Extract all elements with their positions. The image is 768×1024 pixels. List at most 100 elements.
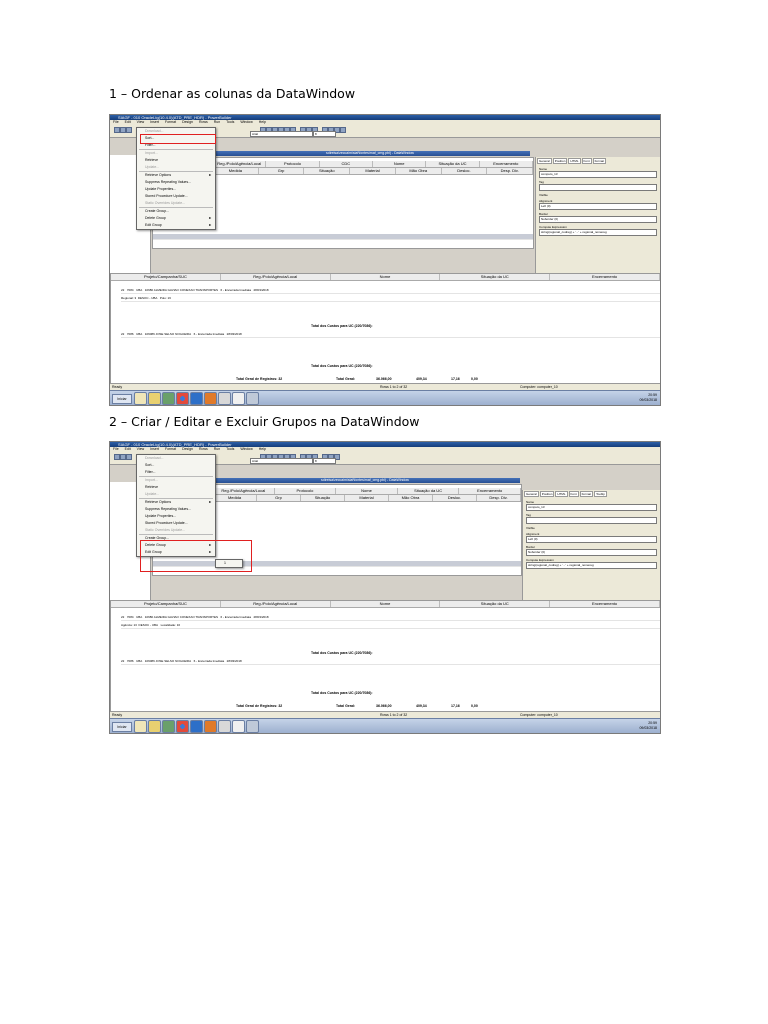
props-alignment-field[interactable]: Left (0) <box>526 536 657 543</box>
tab-html[interactable]: HTML <box>568 158 581 164</box>
row-cell: 106086 JOSE SELSO NOGUEIRA <box>144 659 192 663</box>
font-combo[interactable]: Arial <box>250 131 313 137</box>
menu-item-edit-group[interactable]: Edit Group ► <box>137 222 215 229</box>
props-tabs: General Position HTML Font Format <box>536 157 660 165</box>
tab-format[interactable]: Format <box>579 491 594 497</box>
menu-item-sort[interactable]: Sort... <box>137 462 215 469</box>
tab-font[interactable]: Font <box>581 158 592 164</box>
font-combo[interactable]: Arial <box>250 458 313 464</box>
props-expression-field[interactable]: string(regional_codreg) + ' - ' + region… <box>526 562 657 569</box>
menu-item-static[interactable]: Static Overrides Update... <box>137 527 215 534</box>
props-expression-field[interactable]: string(regional_codreg) + ' - ' + region… <box>539 229 657 236</box>
app-icon[interactable] <box>218 720 231 733</box>
props-tag-field[interactable] <box>526 517 657 524</box>
chrome-icon[interactable] <box>176 720 189 733</box>
app-icon[interactable] <box>204 392 217 405</box>
header-cell: Medida <box>213 495 257 501</box>
menu-item-retrieve-options[interactable]: Retrieve Options ► <box>137 172 215 179</box>
row-cell: 22 <box>121 615 125 619</box>
tab-position[interactable]: Position <box>552 158 568 164</box>
app-icon[interactable] <box>162 392 175 405</box>
row-cell: UBA <box>136 615 143 619</box>
menu-item-filter[interactable]: Filter... <box>137 469 215 476</box>
row-cell: 6 - Encerrada Imediata <box>193 332 225 336</box>
row-cell: 6 - Encerrada Imediata <box>220 615 251 619</box>
header-cell: Mão Obra <box>389 495 433 501</box>
menu-item-update-props[interactable]: Update Properties... <box>137 513 215 520</box>
groups-highlight <box>140 540 252 572</box>
app-icon[interactable] <box>134 392 147 405</box>
tab-position[interactable]: Position <box>539 491 555 497</box>
menu-item-update-props[interactable]: Update Properties... <box>137 186 215 193</box>
props-label: Visible <box>539 193 548 197</box>
tab-html[interactable]: HTML <box>555 491 568 497</box>
app-icon[interactable] <box>246 720 259 733</box>
props-alignment-field[interactable]: Left (0) <box>539 203 657 210</box>
tab-font[interactable]: Font <box>568 491 579 497</box>
row-cell: 22 <box>121 659 125 663</box>
menu-item-suppress[interactable]: Suppress Repeating Values... <box>137 506 215 513</box>
menu-item-static[interactable]: Static Overrides Update... <box>137 200 215 207</box>
taskbar: Iniciar 20:59 09/03/2018 <box>110 390 660 405</box>
total-custos: Total dos Custos para UC (220/7086): <box>311 364 373 368</box>
screenshot-sort: SIAGF - 010 OracleLtg(10.4.0)(ATD_PRE_HD… <box>109 114 661 406</box>
menu-item-update[interactable]: Update... <box>137 164 215 171</box>
search-icon[interactable] <box>232 392 245 405</box>
total-value: 0,00 <box>471 704 478 708</box>
app-icon[interactable] <box>190 720 203 733</box>
menu-item-retrieve[interactable]: Retrieve <box>137 157 215 164</box>
search-icon[interactable] <box>232 720 245 733</box>
app-icon[interactable] <box>246 392 259 405</box>
menu-item-import[interactable]: Import... <box>137 150 215 157</box>
app-icon[interactable] <box>190 392 203 405</box>
total-value: 36.066,00 <box>376 377 392 381</box>
row-cell: 7084 <box>126 288 134 292</box>
menu-item-stored-proc[interactable]: Stored Procedure Update... <box>137 520 215 527</box>
menu-item-retrieve[interactable]: Retrieve <box>137 484 215 491</box>
app-icon[interactable] <box>162 720 175 733</box>
total-custos: Total dos Custos para UC (220/7086): <box>311 691 373 695</box>
menu-item-retrieve-options[interactable]: Retrieve Options ► <box>137 499 215 506</box>
props-border-field[interactable]: Noborder (0) <box>526 549 657 556</box>
menu-item-import[interactable]: Import... <box>137 477 215 484</box>
menu-item-update[interactable]: Update... <box>137 491 215 498</box>
props-name-field[interactable]: computo_13 <box>539 171 657 178</box>
menu-item-download[interactable]: Download... <box>137 455 215 462</box>
app-icon[interactable] <box>204 720 217 733</box>
start-button[interactable]: Iniciar <box>112 722 132 732</box>
start-button[interactable]: Iniciar <box>112 394 132 404</box>
header-cell: Reg./Polo/Agência/Local <box>213 161 267 167</box>
data-row: Agência: 13 DESOC - UBA Localidade: 16 <box>121 623 660 629</box>
app-icon[interactable] <box>148 392 161 405</box>
preview-grid: Projeto/Campanha/SUC Reg./Polo/Agência/L… <box>110 600 660 717</box>
menu-item-stored-proc[interactable]: Stored Procedure Update... <box>137 193 215 200</box>
row-cell: 6 - Encerrada Imediata <box>220 288 251 292</box>
menu-item-delete-group[interactable]: Delete Group ► <box>137 215 215 222</box>
data-row: 22 7086 UBA 106086 JOSE SELSO NOGUEIRA 6… <box>121 659 660 665</box>
row-cell: 7084 <box>126 615 134 619</box>
row-cell: 106086 JOSE SELSO NOGUEIRA <box>144 332 192 336</box>
app-icon[interactable] <box>134 720 147 733</box>
menu-item-create-group[interactable]: Create Group... <box>137 208 215 215</box>
props-border-field[interactable]: Noborder (0) <box>539 216 657 223</box>
props-name-field[interactable]: computo_13 <box>526 504 657 511</box>
tab-general[interactable]: General <box>524 491 539 497</box>
row-cell: 22 <box>121 288 125 292</box>
props-tabs: General Position HTML Font Format Toolti… <box>523 490 660 498</box>
size-combo[interactable]: 8 <box>313 131 336 137</box>
app-icon[interactable] <box>148 720 161 733</box>
tab-tooltip[interactable]: Tooltip <box>594 491 607 497</box>
tab-format[interactable]: Format <box>592 158 607 164</box>
props-tag-field[interactable] <box>539 184 657 191</box>
tab-general[interactable]: General <box>537 158 552 164</box>
header-cell: Grp <box>259 168 305 174</box>
total-geral: Total Geral: <box>336 377 356 381</box>
grid-header: Medida Grp Situação Material Mão Obra De… <box>213 495 521 502</box>
header-cell: Situação <box>304 168 351 174</box>
size-combo[interactable]: 8 <box>313 458 336 464</box>
menu-item-suppress[interactable]: Suppress Repeating Values... <box>137 179 215 186</box>
band-bar <box>153 234 533 240</box>
data-row: Regional: 3 DESOC - UBA Polo: 16 <box>121 296 660 302</box>
app-icon[interactable] <box>218 392 231 405</box>
chrome-icon[interactable] <box>176 392 189 405</box>
